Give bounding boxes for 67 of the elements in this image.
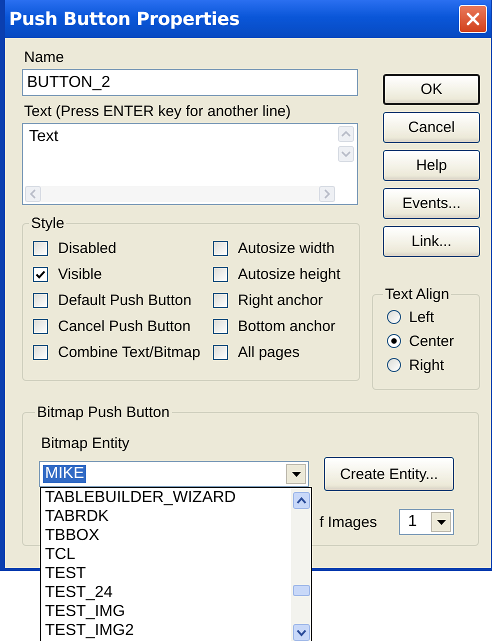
field-label: Name [24,49,66,67]
field-value: Text [29,128,58,146]
caret-icon [436,520,446,524]
scroll-down-icon [338,146,354,162]
radio-label: Right [409,356,444,374]
list-item[interactable]: TABRDK [45,507,291,526]
checkbox-label: Cancel Push Button [58,318,191,335]
checkbox[interactable] [212,293,228,308]
checkbox[interactable] [212,241,228,256]
group-title: Bitmap Push Button [36,404,171,421]
checkbox[interactable] [212,319,228,334]
checkbox[interactable] [33,319,48,334]
dialog-button[interactable]: Events... [383,188,480,219]
field-label: Bitmap Entity [41,435,130,453]
radio-button[interactable] [387,310,401,324]
checkbox[interactable] [33,345,48,360]
checkbox-label: All pages [238,344,300,361]
list-item[interactable]: TEST_24 [45,583,291,602]
dialog-button[interactable]: Help [383,150,480,181]
checkbox-label: Default Push Button [58,292,192,309]
close-button[interactable] [459,5,487,33]
create-entity-button[interactable]: Create Entity... [324,457,454,491]
scroll-right-icon [319,186,335,202]
list-item[interactable]: TBBOX [45,526,291,545]
list-item[interactable]: TABLEBUILDER_WIZARD [45,488,291,507]
checkbox-label: Visible [58,266,102,283]
window-title: Push Button Properties [9,8,240,30]
scroll-left-icon [25,186,41,202]
radio-label: Left [409,308,434,326]
checkbox-label: Bottom anchor [238,318,336,335]
caret-icon [292,472,300,476]
entity-combo-box[interactable]: MIKE [39,461,309,487]
close-icon [466,12,480,26]
checkbox[interactable] [33,267,48,282]
text-field[interactable]: Text [22,123,358,205]
images-combo-box[interactable]: 1 [399,509,454,535]
group-title: Style [30,215,66,232]
checkbox-label: Disabled [58,240,116,257]
combo-value: MIKE [43,465,86,483]
dialog-button[interactable]: Link... [383,226,480,257]
radio-button[interactable] [387,334,401,348]
checkbox-label: Autosize height [238,266,340,283]
list-item[interactable]: TEST [45,564,291,583]
list-item[interactable]: TCL [45,545,291,564]
field-label: Text (Press ENTER key for another line) [24,103,292,121]
checkbox[interactable] [33,241,48,256]
checkbox[interactable] [212,345,228,360]
checkbox[interactable] [33,293,48,308]
check-icon [35,269,46,280]
scroll-thumb[interactable] [292,585,310,596]
list-item[interactable]: TEST_IMG [45,602,291,621]
dialog-button[interactable]: OK [383,74,480,105]
checkbox-label: Combine Text/Bitmap [58,344,200,361]
radio-label: Center [409,332,454,350]
scroll-down-icon [292,624,310,641]
scroll-up-icon [338,126,354,142]
list-item[interactable]: TEST_IMG2 [45,621,291,640]
group-title: Text Align [384,286,450,303]
combo-value: 1 [408,513,417,531]
dialog-button[interactable]: Cancel [383,112,480,143]
checkbox-label: Right anchor [238,292,323,309]
name-field[interactable]: BUTTON_2 [22,69,358,96]
field-label: f Images [319,514,377,530]
radio-button[interactable] [387,358,401,372]
checkbox[interactable] [212,267,228,282]
scroll-up-icon [292,492,310,509]
checkbox-label: Autosize width [238,240,335,257]
